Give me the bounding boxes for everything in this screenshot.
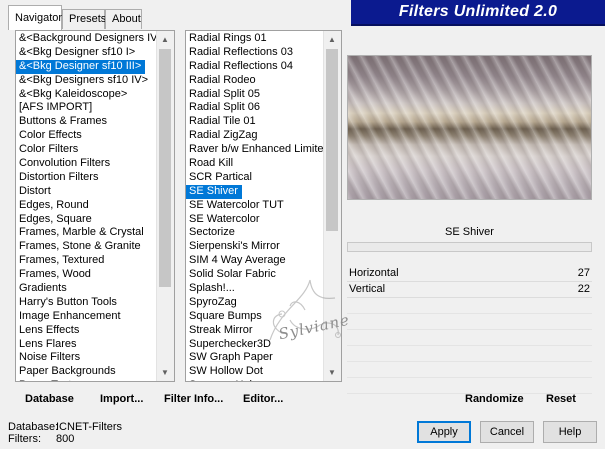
- category-list-item[interactable]: Distort: [16, 185, 157, 199]
- param-row-empty: [347, 314, 592, 330]
- filter-list-item[interactable]: SCR Partical: [186, 171, 324, 185]
- filter-scroll-thumb[interactable]: [326, 49, 338, 231]
- filter-list-item[interactable]: Radial ZigZag: [186, 129, 324, 143]
- category-list-item[interactable]: Edges, Square: [16, 213, 157, 227]
- reset-button[interactable]: Reset: [546, 392, 576, 407]
- category-scroll-thumb[interactable]: [159, 49, 171, 287]
- editor-button[interactable]: Editor...: [243, 392, 283, 407]
- category-list-item[interactable]: Lens Effects: [16, 324, 157, 338]
- param-row-empty: [347, 298, 592, 314]
- preview-image: [347, 55, 592, 200]
- param-row-empty: [347, 362, 592, 378]
- param-row-horizontal[interactable]: Horizontal 27: [347, 266, 592, 282]
- category-list-item[interactable]: Frames, Textured: [16, 254, 157, 268]
- category-list-item[interactable]: &<Bkg Designer sf10 III>: [16, 59, 146, 74]
- filter-list-item[interactable]: SW Hollow Dot: [186, 365, 324, 379]
- category-list-item[interactable]: Edges, Round: [16, 199, 157, 213]
- category-list-item[interactable]: Color Filters: [16, 143, 157, 157]
- category-list-item[interactable]: Color Effects: [16, 129, 157, 143]
- category-list-item[interactable]: Buttons & Frames: [16, 115, 157, 129]
- filter-list-item[interactable]: Raver b/w Enhanced Limiter: [186, 143, 324, 157]
- category-listbox[interactable]: &<Background Designers IV> &<Bkg Designer…: [15, 30, 175, 382]
- selected-filter-name: SE Shiver: [445, 226, 494, 238]
- filters-count-label: Filters:: [8, 433, 41, 445]
- param-row-empty: [347, 330, 592, 346]
- category-list-item[interactable]: [AFS IMPORT]: [16, 101, 157, 115]
- filter-list-item[interactable]: Radial Split 05: [186, 88, 324, 102]
- category-list-item[interactable]: Convolution Filters: [16, 157, 157, 171]
- cancel-button[interactable]: Cancel: [480, 421, 534, 443]
- category-list-item[interactable]: Frames, Marble & Crystal: [16, 226, 157, 240]
- filter-info-button[interactable]: Filter Info...: [164, 392, 223, 407]
- filter-list-item[interactable]: Sierpenski's Mirror: [186, 240, 324, 254]
- category-list-item[interactable]: Distortion Filters: [16, 171, 157, 185]
- param-value[interactable]: 22: [578, 282, 590, 297]
- parameter-table: Horizontal 27 Vertical 22: [347, 266, 592, 406]
- category-scrollbar[interactable]: ▲ ▼: [156, 31, 174, 381]
- filter-list-item[interactable]: Radial Reflections 03: [186, 46, 324, 60]
- filter-list-item[interactable]: Radial Rodeo: [186, 74, 324, 88]
- filter-list-item[interactable]: Radial Split 06: [186, 101, 324, 115]
- scroll-down-arrow-icon[interactable]: ▼: [157, 364, 173, 381]
- category-list-item[interactable]: Harry's Button Tools: [16, 296, 157, 310]
- import-button[interactable]: Import...: [100, 392, 143, 407]
- category-list-item[interactable]: Gradients: [16, 282, 157, 296]
- param-row-vertical[interactable]: Vertical 22: [347, 282, 592, 298]
- category-list-item[interactable]: &<Background Designers IV>: [16, 32, 157, 46]
- param-value[interactable]: 27: [578, 266, 590, 281]
- database-status-value: ICNET-Filters: [56, 421, 122, 433]
- database-button[interactable]: Database: [25, 392, 74, 407]
- filter-list-item[interactable]: Road Kill: [186, 157, 324, 171]
- category-list-item[interactable]: &<Bkg Kaleidoscope>: [16, 88, 157, 102]
- param-label: Vertical: [349, 283, 386, 295]
- database-status-label: Database:: [8, 421, 59, 433]
- preview-position-bar[interactable]: [347, 242, 592, 252]
- apply-button[interactable]: Apply: [417, 421, 471, 443]
- category-list-item[interactable]: &<Bkg Designers sf10 IV>: [16, 74, 157, 88]
- filter-list-item[interactable]: SE Shiver: [186, 184, 242, 199]
- filter-list-item[interactable]: Radial Rings 01: [186, 32, 324, 46]
- category-list[interactable]: &<Background Designers IV> &<Bkg Designer…: [16, 31, 157, 381]
- param-label: Horizontal: [349, 267, 399, 279]
- scroll-down-arrow-icon[interactable]: ▼: [324, 364, 340, 381]
- scroll-up-arrow-icon[interactable]: ▲: [157, 31, 173, 48]
- category-list-item[interactable]: Frames, Stone & Granite: [16, 240, 157, 254]
- filter-list-item[interactable]: SE Watercolor TUT: [186, 199, 324, 213]
- filter-list-item[interactable]: Radial Reflections 04: [186, 60, 324, 74]
- scroll-up-arrow-icon[interactable]: ▲: [324, 31, 340, 48]
- category-list-item[interactable]: Frames, Wood: [16, 268, 157, 282]
- param-row-empty: [347, 346, 592, 362]
- tab-presets[interactable]: Presets: [62, 9, 106, 29]
- category-list-item[interactable]: Image Enhancement: [16, 310, 157, 324]
- filter-list-item[interactable]: SIM 4 Way Average: [186, 254, 324, 268]
- category-list-item[interactable]: Paper Textures: [16, 379, 157, 381]
- category-list-item[interactable]: Noise Filters: [16, 351, 157, 365]
- category-list-item[interactable]: &<Bkg Designer sf10 I>: [16, 46, 157, 60]
- filters-unlimited-banner: Filters Unlimited 2.0: [351, 0, 605, 26]
- filter-list-item[interactable]: Sectorize: [186, 226, 324, 240]
- filter-list-item[interactable]: Radial Tile 01: [186, 115, 324, 129]
- category-list-item[interactable]: Paper Backgrounds: [16, 365, 157, 379]
- tab-about[interactable]: About: [105, 9, 142, 29]
- filter-list-item[interactable]: SE Watercolor: [186, 213, 324, 227]
- filters-count-value: 800: [56, 433, 75, 445]
- filter-list-item[interactable]: Swapper Helper: [186, 379, 324, 381]
- category-list-item[interactable]: Lens Flares: [16, 338, 157, 352]
- help-button[interactable]: Help: [543, 421, 597, 443]
- tab-navigator[interactable]: Navigator: [8, 5, 62, 30]
- randomize-button[interactable]: Randomize: [465, 392, 524, 407]
